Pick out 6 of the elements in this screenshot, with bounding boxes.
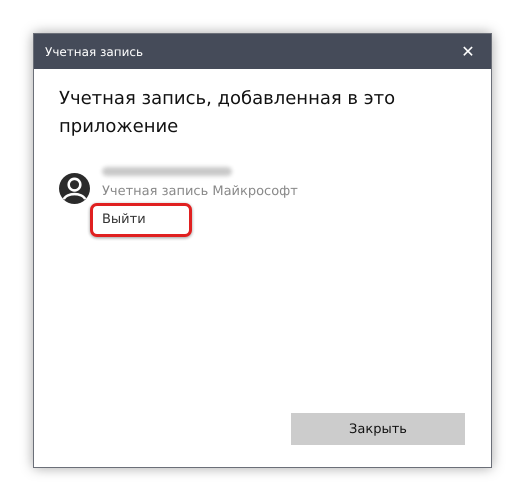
dialog-heading: Учетная запись, добавленная в это приложение: [59, 87, 396, 139]
close-button[interactable]: ✕: [445, 34, 491, 69]
close-dialog-button[interactable]: Закрыть: [291, 413, 465, 445]
account-type: Учетная запись Майкрософт: [102, 184, 298, 199]
sign-out-link[interactable]: Выйти: [102, 210, 146, 229]
window-title: Учетная запись: [45, 44, 144, 58]
